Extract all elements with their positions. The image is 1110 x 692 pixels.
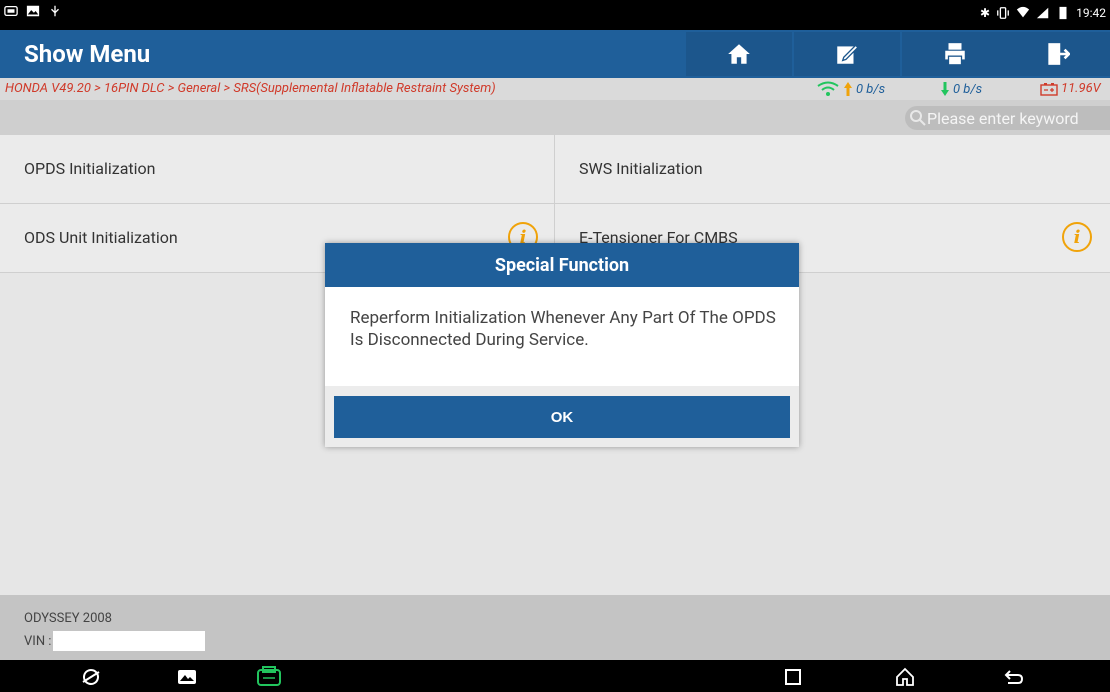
ok-button[interactable]: OK bbox=[334, 396, 790, 438]
dialog-footer: OK bbox=[325, 386, 799, 447]
dialog-title: Special Function bbox=[325, 243, 799, 287]
special-function-dialog: Special Function Reperform Initializatio… bbox=[325, 243, 799, 447]
dialog-message: Reperform Initialization Whenever Any Pa… bbox=[350, 308, 776, 350]
modal-overlay: Special Function Reperform Initializatio… bbox=[0, 0, 1110, 692]
